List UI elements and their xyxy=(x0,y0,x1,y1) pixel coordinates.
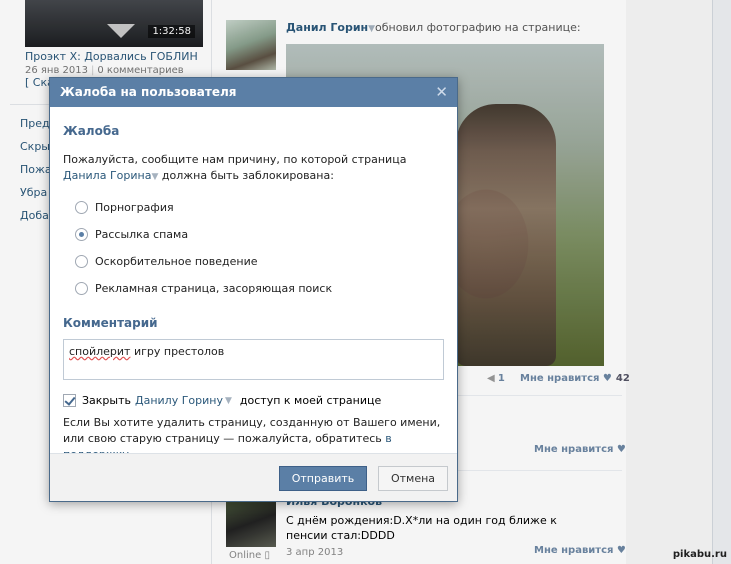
reason-option-abuse[interactable]: Оскорбительное поведение xyxy=(75,248,444,275)
reason-option-ad[interactable]: Рекламная страница, засоряющая поиск xyxy=(75,275,444,302)
dialog-title: Жалоба на пользователя xyxy=(60,85,237,99)
block-access-option[interactable]: Закрыть Данилу Горину ▼ доступ к моей стр… xyxy=(63,394,444,407)
dialog-body: Жалоба Пожалуйста, сообщите нам причину,… xyxy=(50,124,457,463)
block-access-suffix[interactable]: доступ к моей странице xyxy=(240,394,381,407)
intro-text: Пожалуйста, сообщите нам причину, по кот… xyxy=(63,153,407,166)
reason-label[interactable]: Оскорбительное поведение xyxy=(95,255,258,268)
reason-label[interactable]: Порнография xyxy=(95,201,174,214)
reason-option-spam[interactable]: Рассылка спама xyxy=(75,221,444,248)
dialog-footer: Отправить Отмена xyxy=(50,453,457,501)
user-link[interactable]: Данилу Горину xyxy=(135,394,223,407)
intro-text-end: должна быть заблокирована: xyxy=(158,169,334,182)
report-dialog: Жалоба на пользователя ✕ Жалоба Пожалуйс… xyxy=(49,77,458,502)
comment-text-misspelled: спойлерит xyxy=(69,345,131,358)
close-icon[interactable]: ✕ xyxy=(435,78,448,107)
radio-button[interactable] xyxy=(75,282,88,295)
dialog-header: Жалоба на пользователя ✕ xyxy=(50,78,457,107)
reason-label[interactable]: Рекламная страница, засоряющая поиск xyxy=(95,282,332,295)
reason-label[interactable]: Рассылка спама xyxy=(95,228,188,241)
user-link[interactable]: Данила Горина xyxy=(63,169,151,182)
complaint-intro: Пожалуйста, сообщите нам причину, по кот… xyxy=(63,152,444,185)
send-button[interactable]: Отправить xyxy=(279,466,367,491)
comment-textarea[interactable]: спойлерит игру престолов xyxy=(63,339,444,380)
reason-option-porn[interactable]: Порнография xyxy=(75,194,444,221)
radio-button-selected[interactable] xyxy=(75,228,88,241)
complaint-section-title: Жалоба xyxy=(63,124,120,138)
comment-section-title: Комментарий xyxy=(63,316,158,330)
cancel-button[interactable]: Отмена xyxy=(378,466,448,491)
block-access-checkbox[interactable] xyxy=(63,394,76,407)
reason-options: Порнография Рассылка спама Оскорбительно… xyxy=(63,194,444,302)
chevron-down-icon[interactable]: ▼ xyxy=(225,396,232,406)
radio-button[interactable] xyxy=(75,201,88,214)
comment-text: игру престолов xyxy=(130,345,225,358)
note-text: Если Вы хотите удалить страницу, созданн… xyxy=(63,416,441,445)
radio-button[interactable] xyxy=(75,255,88,268)
block-access-prefix[interactable]: Закрыть xyxy=(82,394,131,407)
